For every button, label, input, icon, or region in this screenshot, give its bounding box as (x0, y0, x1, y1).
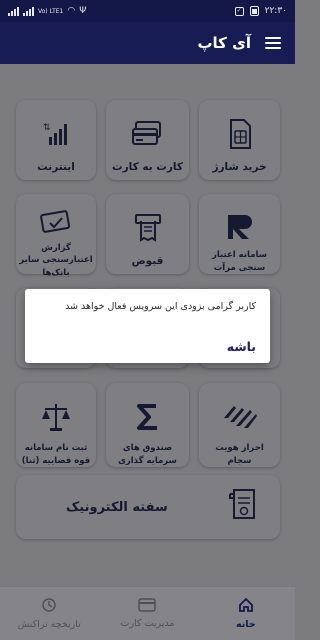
card-icon (138, 598, 157, 615)
wifi-icon: ◠ (67, 6, 76, 16)
signal-icon (8, 6, 19, 16)
sejam-logo-icon (220, 397, 260, 436)
tile-label: صندوق های سرمایه گذاری (118, 443, 177, 466)
alert-dialog: کاربر گرامی بزودی این سرویس فعال خواهد ش… (25, 289, 270, 363)
network-label: Vo) LTE1 (38, 7, 64, 15)
app-title: آی کاپ (197, 34, 251, 52)
signal-icon-2 (23, 6, 34, 16)
nav-card-management[interactable]: مدیریت کارت (102, 598, 192, 629)
nav-transaction-history[interactable]: تاریخچه تراکنش (4, 597, 94, 630)
tile-sana[interactable]: ثبت نام سامانه قوه قضاییه (ثنا) (16, 383, 96, 467)
tile-label: کارت به کارت (112, 161, 183, 173)
status-right: ✓ ۲۲:۳۰ (234, 6, 287, 16)
tile-credit-report[interactable]: گزارش اعتبارسنجی سایر بانک‌ها (16, 194, 96, 278)
status-left: Vo) LTE1 ◠ Ψ (8, 6, 86, 16)
dialog-ok-button[interactable]: باشه (227, 339, 256, 354)
hamburger-menu-icon[interactable] (265, 37, 281, 49)
sigma-icon (128, 397, 168, 436)
status-time: ۲۲:۳۰ (264, 6, 287, 16)
app-bar: آی کاپ (0, 22, 295, 64)
tile-bills[interactable]: قبوض (106, 194, 189, 274)
svg-text:⇅: ⇅ (43, 123, 51, 133)
usb-icon: Ψ (79, 6, 87, 16)
tile-label: احراز هویت سجام (215, 443, 264, 466)
document-icon (228, 488, 258, 526)
nav-home[interactable]: خانه (201, 597, 291, 630)
tile-label: سفته الکترونیک (66, 499, 168, 515)
signal-bars-icon: ⇅ (36, 114, 76, 154)
tile-buy-charge[interactable]: خرید شارژ (199, 100, 280, 180)
tile-label: اینترنت (37, 161, 75, 173)
tile-mirat[interactable]: سامانه اعتبار سنجی مرآت (199, 194, 280, 274)
tile-label: ثبت نام سامانه قوه قضاییه (ثنا) (21, 443, 91, 466)
home-icon (238, 597, 254, 616)
bottom-navigation: تاریخچه تراکنش مدیریت کارت خانه (0, 586, 295, 640)
tile-label: سامانه اعتبار سنجی مرآت (211, 250, 268, 273)
tile-label: خرید شارژ (212, 161, 267, 173)
tile-card-to-card[interactable]: کارت به کارت (106, 100, 189, 180)
tile-internet[interactable]: ⇅ اینترنت (16, 100, 96, 180)
tile-label: قبوض (131, 255, 164, 267)
nav-label: خانه (235, 619, 256, 630)
receipt-icon (128, 208, 168, 248)
cards-icon (128, 114, 168, 154)
scales-icon (36, 397, 76, 436)
sim-card-icon (220, 114, 260, 154)
tile-electronic-promissory-note[interactable]: سفته الکترونیک (16, 475, 280, 539)
nav-label: مدیریت کارت (120, 618, 175, 629)
nav-label: تاریخچه تراکنش (17, 619, 81, 630)
status-bar: Vo) LTE1 ◠ Ψ ✓ ۲۲:۳۰ (0, 0, 295, 22)
mirat-logo-icon (220, 208, 260, 243)
tile-label: گزارش اعتبارسنجی سایر بانک‌ها (19, 243, 93, 278)
card-check-icon (36, 208, 76, 236)
tile-sejam[interactable]: احراز هویت سجام (199, 383, 280, 467)
history-icon (41, 597, 57, 616)
dialog-message: کاربر گرامی بزودی این سرویس فعال خواهد ش… (65, 301, 256, 312)
tile-funds[interactable]: صندوق های سرمایه گذاری (106, 383, 189, 467)
battery-icon (249, 6, 259, 16)
notification-check-icon: ✓ (234, 6, 244, 16)
